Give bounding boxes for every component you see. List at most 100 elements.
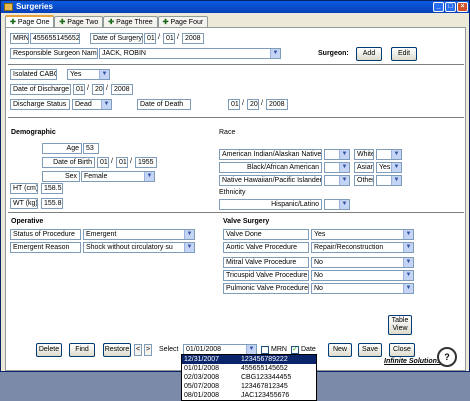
date-separator: / <box>106 85 108 92</box>
mitral-valve-select[interactable]: No ▼ <box>311 257 414 268</box>
chevron-down-icon: ▼ <box>144 172 154 181</box>
white-select[interactable]: ▼ <box>376 149 402 160</box>
prev-record-button[interactable]: < <box>134 344 142 356</box>
death-month-field[interactable]: 01 <box>228 99 240 110</box>
date-separator: / <box>158 34 160 41</box>
death-year-field[interactable]: 2008 <box>266 99 288 110</box>
aortic-valve-select[interactable]: Repair/Reconstruction ▼ <box>311 242 414 253</box>
title-bar: Surgeries _ □ × <box>1 1 469 13</box>
chevron-down-icon: ▼ <box>184 243 194 252</box>
dropdown-row[interactable]: 01/01/2008 455655145652 <box>182 364 316 373</box>
pulmonic-valve-value: No <box>314 285 323 292</box>
date-separator: / <box>242 100 244 107</box>
company-logo-text: Infinite Solutions <box>384 358 441 365</box>
minimize-button[interactable]: _ <box>433 2 444 12</box>
dropdown-date: 02/03/2008 <box>184 374 220 381</box>
height-field[interactable]: 158.5 <box>41 183 63 194</box>
select-label: Select <box>159 346 179 353</box>
weight-field[interactable]: 155.8 <box>41 198 63 209</box>
table-view-label: View <box>392 325 408 332</box>
date-of-surgery-label: Date of Surgery <box>90 33 143 44</box>
date-checkbox[interactable]: ✓ <box>291 346 299 354</box>
date-separator: / <box>87 85 89 92</box>
dropdown-row[interactable]: 02/03/2008 CBG123344455 <box>182 373 316 382</box>
pulmonic-valve-select[interactable]: No ▼ <box>311 283 414 294</box>
dropdown-mrn: 123456789222 <box>241 356 288 363</box>
chevron-down-icon: ▼ <box>246 345 256 354</box>
chevron-down-icon: ▼ <box>270 49 280 58</box>
dos-day-field[interactable]: 01 <box>163 33 175 44</box>
other-select[interactable]: ▼ <box>376 175 402 186</box>
dropdown-row[interactable]: 12/31/2007 123456789222 <box>182 355 316 364</box>
isolated-cabg-select[interactable]: Yes ▼ <box>67 69 110 80</box>
divider <box>8 212 464 213</box>
chevron-down-icon: ▼ <box>391 163 401 172</box>
dob-year-field[interactable]: 1955 <box>135 157 157 168</box>
age-field[interactable]: 53 <box>83 143 99 154</box>
dropdown-date: 12/31/2007 <box>184 356 220 363</box>
date-separator: / <box>111 158 113 165</box>
tricuspid-valve-select[interactable]: No ▼ <box>311 270 414 281</box>
valve-done-select[interactable]: Yes ▼ <box>311 229 414 240</box>
asian-value: Yes <box>379 164 391 171</box>
date-separator: / <box>261 100 263 107</box>
discharge-year-field[interactable]: 2008 <box>111 84 133 95</box>
weight-label: WT (kg) <box>10 198 38 209</box>
find-button[interactable]: Find <box>69 343 95 357</box>
mrn-checkbox[interactable] <box>261 346 269 354</box>
save-button[interactable]: Save <box>358 343 382 357</box>
chevron-down-icon: ▼ <box>99 70 109 79</box>
discharge-month-field[interactable]: 01 <box>73 84 85 95</box>
pulmonic-valve-label: Pulmonic Valve Procedure <box>223 283 309 294</box>
black-select[interactable]: ▼ <box>324 162 350 173</box>
aortic-valve-value: Repair/Reconstruction <box>314 244 384 251</box>
ethnicity-select[interactable]: ▼ <box>324 199 350 210</box>
mrn-field[interactable]: 455655145652 <box>30 33 80 44</box>
record-dropdown-list: 12/31/2007 123456789222 01/01/2008 4556551… <box>181 354 317 401</box>
date-separator: / <box>130 158 132 165</box>
dropdown-mrn: CBG123344455 <box>241 374 292 381</box>
table-view-button[interactable]: Table View <box>388 315 412 335</box>
next-record-button[interactable]: > <box>144 344 152 356</box>
dos-month-field[interactable]: 01 <box>144 33 156 44</box>
delete-button[interactable]: Delete <box>36 343 62 357</box>
maximize-button[interactable]: □ <box>445 2 456 12</box>
dropdown-row[interactable]: 05/07/2008 123467812345 <box>182 382 316 391</box>
asian-select[interactable]: Yes ▼ <box>376 162 402 173</box>
dob-day-field[interactable]: 01 <box>116 157 128 168</box>
mrn-label: MRN <box>10 33 29 44</box>
black-label: Black/African American <box>219 162 322 173</box>
discharge-status-select[interactable]: Dead ▼ <box>72 99 112 110</box>
death-day-field[interactable]: 20 <box>247 99 259 110</box>
emergent-reason-select[interactable]: Shock without circulatory su ▼ <box>83 242 195 253</box>
chevron-down-icon: ▼ <box>391 176 401 185</box>
date-separator: / <box>177 34 179 41</box>
american-indian-select[interactable]: ▼ <box>324 149 350 160</box>
add-surgeon-button[interactable]: Add <box>356 47 382 61</box>
dropdown-mrn: JAC123455676 <box>241 392 290 399</box>
record-select-value: 01/01/2008 <box>186 346 222 353</box>
dos-year-field[interactable]: 2008 <box>182 33 204 44</box>
valve-done-value: Yes <box>314 231 326 238</box>
edit-surgeon-button[interactable]: Edit <box>391 47 417 61</box>
isolated-cabg-value: Yes <box>70 71 82 78</box>
sex-select[interactable]: Female ▼ <box>81 171 155 182</box>
sex-label: Sex <box>42 171 80 182</box>
surgeries-window: Surgeries _ □ × ✚ Page One ✚ Page Two ✚ Pag… <box>0 0 470 372</box>
restore-button[interactable]: Restore <box>103 343 131 357</box>
close-button[interactable]: Close <box>389 343 415 357</box>
sex-value: Female <box>84 173 108 180</box>
dob-month-field[interactable]: 01 <box>97 157 109 168</box>
status-of-procedure-select[interactable]: Emergent ▼ <box>83 229 195 240</box>
chevron-down-icon: ▼ <box>403 258 413 267</box>
close-window-button[interactable]: × <box>457 2 468 12</box>
dropdown-mrn: 455655145652 <box>241 365 288 372</box>
new-button[interactable]: New <box>328 343 352 357</box>
app-icon <box>4 3 13 11</box>
dropdown-row[interactable]: 08/01/2008 JAC123455676 <box>182 391 316 400</box>
surgeon-select[interactable]: JACK, ROBIN ▼ <box>99 48 281 59</box>
pacific-islander-select[interactable]: ▼ <box>324 175 350 186</box>
chevron-down-icon: ▼ <box>403 243 413 252</box>
discharge-day-field[interactable]: 20 <box>92 84 104 95</box>
age-label: Age <box>42 143 82 154</box>
